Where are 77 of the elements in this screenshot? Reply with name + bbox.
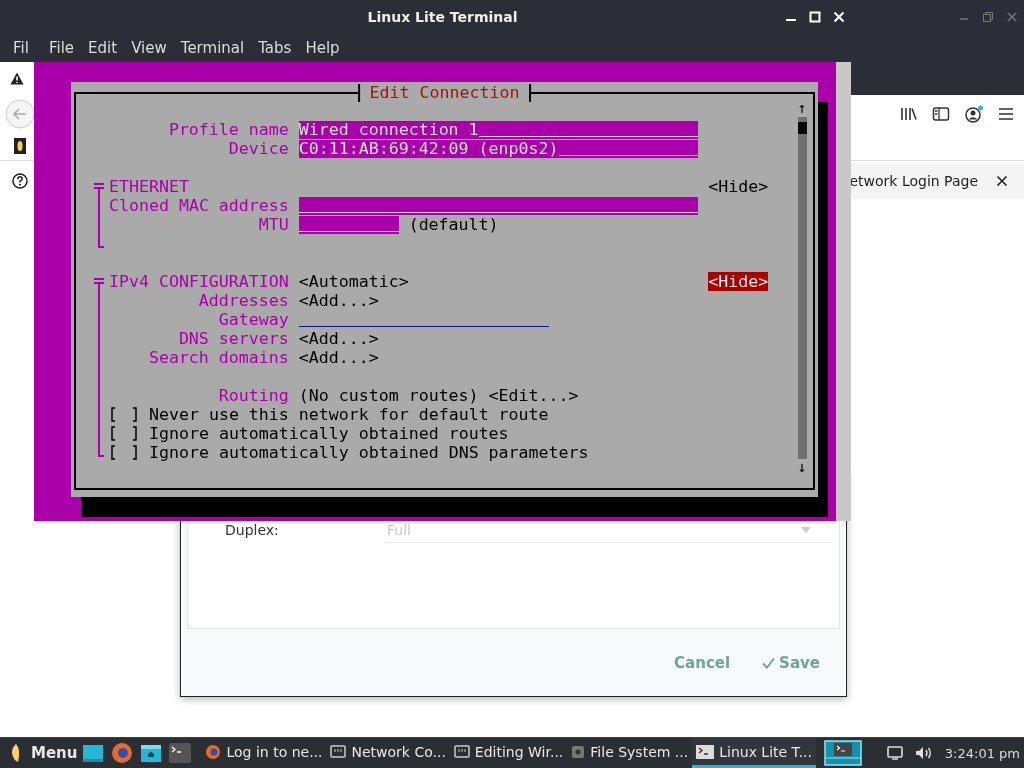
hint-text: (default) [408, 215, 499, 234]
checkbox-label: Ignore automatically obtained routes [148, 424, 509, 443]
menu-item[interactable]: View [124, 38, 174, 57]
dialog-title: Edit Connection [357, 84, 532, 102]
section-heading: IPv4 CONFIGURATION [108, 272, 289, 291]
menu-item[interactable]: Edit [81, 38, 125, 57]
menu-item[interactable]: Help [298, 38, 347, 57]
browser-icon [205, 743, 222, 760]
menu-button[interactable]: Menu [31, 744, 78, 762]
folder-icon[interactable] [141, 744, 162, 762]
help-icon [12, 173, 28, 189]
field-label: Device [227, 139, 289, 158]
add-button[interactable]: <Add...> [298, 329, 379, 348]
scroll-down-arrow[interactable]: ↓ [797, 459, 807, 476]
field-label: Profile name [167, 120, 289, 139]
add-button[interactable]: <Add...> [298, 348, 379, 367]
taskbar-button[interactable]: Network Co... [326, 738, 450, 768]
edit-button[interactable]: <Edit...> [488, 386, 579, 405]
taskbar-button[interactable]: Log in to ne... [201, 738, 327, 768]
volume-icon[interactable] [914, 746, 933, 760]
field-label: MTU [257, 215, 289, 234]
menu-item[interactable]: File [42, 38, 82, 57]
checkbox-label: Ignore automatically obtained DNS parameters [148, 443, 589, 462]
menu-item[interactable]: Terminal [173, 38, 252, 57]
hide-button[interactable]: <Hide> [708, 177, 769, 196]
field-label: Search domains [147, 348, 289, 367]
workspace-pager-icon[interactable] [823, 740, 862, 766]
window-title: Linux Lite Terminal [367, 8, 518, 25]
restore-icon[interactable] [982, 10, 994, 23]
check-icon [762, 656, 776, 669]
scrollbar[interactable] [836, 62, 851, 521]
scroll-up-arrow[interactable]: ↑ [797, 100, 807, 117]
field-label: Cloned MAC address [108, 196, 289, 215]
field-label: Addresses [197, 291, 289, 310]
terminal-icon [696, 744, 715, 759]
network-icon [330, 744, 347, 759]
taskbar-button[interactable]: Editing Wir... [449, 738, 568, 768]
menu-item[interactable]: Fil [0, 38, 34, 57]
maximize-icon[interactable] [809, 11, 821, 23]
library-icon[interactable] [900, 105, 918, 122]
checkbox[interactable] [108, 443, 139, 462]
network-icon [453, 744, 470, 759]
desktop-icon[interactable] [83, 744, 104, 762]
bookmark-icon [14, 138, 26, 154]
terminal-icon[interactable] [169, 743, 192, 763]
checkbox[interactable] [108, 424, 139, 443]
field-label: Routing [217, 386, 289, 405]
account-icon[interactable] [964, 104, 984, 123]
caret-icon [801, 526, 811, 533]
browser-icon[interactable] [111, 742, 134, 764]
sidebar-icon[interactable] [932, 105, 950, 122]
hide-button[interactable]: <Hide> [708, 272, 769, 291]
back-button[interactable] [5, 98, 35, 129]
scrollbar-thumb[interactable] [797, 122, 807, 134]
field-label: Gateway [217, 310, 289, 329]
notification-text: etwork Login Page [849, 173, 978, 189]
display-icon[interactable] [886, 746, 903, 760]
taskbar-button[interactable]: Linux Lite T... [692, 738, 816, 768]
input-field[interactable] [298, 196, 699, 215]
close-icon[interactable] [996, 175, 1008, 187]
taskbar-button[interactable]: File System ... [567, 738, 693, 768]
section-heading: ETHERNET [108, 177, 189, 196]
checkbox[interactable] [108, 405, 139, 424]
menu-icon[interactable] [998, 106, 1014, 121]
checkbox-label: Never use this network for default route [148, 405, 549, 424]
warning-icon [10, 72, 24, 85]
status-text: (No custom routes) [298, 386, 479, 405]
input-field[interactable] [298, 215, 399, 234]
input-field[interactable]: C0:11:AB:69:42:09 (enp0s2) [298, 139, 699, 158]
add-button[interactable]: <Add...> [298, 291, 379, 310]
field-label: DNS servers [177, 329, 289, 348]
menu-item[interactable]: Tabs [251, 38, 299, 57]
field-label: Duplex: [225, 522, 280, 538]
mode-dropdown[interactable]: <Automatic> [298, 272, 409, 291]
scrollbar-track[interactable] [797, 117, 807, 459]
clock: 3:24:01 pm [944, 745, 1020, 761]
leaf-logo-icon[interactable] [11, 743, 21, 763]
